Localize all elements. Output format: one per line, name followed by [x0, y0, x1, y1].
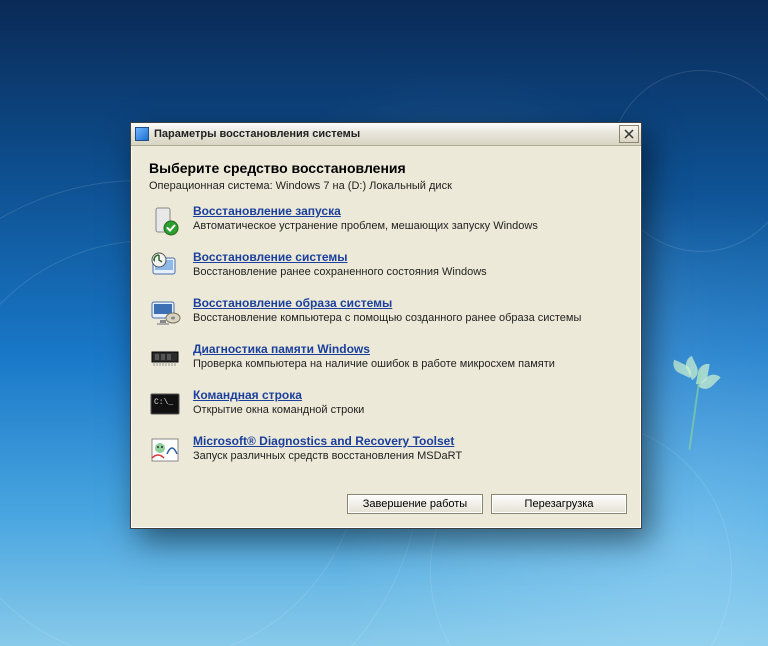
- tool-desc: Автоматическое устранение проблем, мешаю…: [193, 220, 623, 232]
- tool-image-recovery: Восстановление образа системы Восстановл…: [149, 296, 623, 328]
- recovery-options-window: Параметры восстановления системы Выберит…: [130, 122, 642, 529]
- tool-system-restore: Восстановление системы Восстановление ра…: [149, 250, 623, 282]
- page-heading: Выберите средство восстановления: [149, 160, 623, 176]
- tool-desc: Проверка компьютера на наличие ошибок в …: [193, 358, 623, 370]
- window-body: Выберите средство восстановления Операци…: [131, 146, 641, 484]
- window-footer: Завершение работы Перезагрузка: [131, 484, 641, 528]
- tool-link[interactable]: Восстановление системы: [193, 250, 348, 264]
- tool-command-prompt: C:\_ Командная строка Открытие окна кома…: [149, 388, 623, 420]
- msdart-icon: [149, 434, 181, 466]
- window-icon: [135, 127, 149, 141]
- memory-diagnostic-icon: [149, 342, 181, 374]
- close-icon: [624, 129, 634, 139]
- shutdown-button[interactable]: Завершение работы: [347, 494, 483, 514]
- command-prompt-icon: C:\_: [149, 388, 181, 420]
- tool-link[interactable]: Восстановление образа системы: [193, 296, 392, 310]
- system-restore-icon: [149, 250, 181, 282]
- tool-desc: Восстановление компьютера с помощью созд…: [193, 312, 623, 324]
- os-info-label: Операционная система: Windows 7 на (D:) …: [149, 180, 623, 192]
- tool-desc: Открытие окна командной строки: [193, 404, 623, 416]
- tool-link[interactable]: Microsoft® Diagnostics and Recovery Tool…: [193, 434, 454, 448]
- image-recovery-icon: [149, 296, 181, 328]
- tool-desc: Запуск различных средств восстановления …: [193, 450, 623, 462]
- tool-link[interactable]: Диагностика памяти Windows: [193, 342, 370, 356]
- tool-startup-repair: Восстановление запуска Автоматическое ус…: [149, 204, 623, 236]
- tool-desc: Восстановление ранее сохраненного состоя…: [193, 266, 623, 278]
- startup-repair-icon: [149, 204, 181, 236]
- svg-text:C:\_: C:\_: [154, 398, 173, 407]
- tool-msdart: Microsoft® Diagnostics and Recovery Tool…: [149, 434, 623, 466]
- desktop-background: Параметры восстановления системы Выберит…: [0, 0, 768, 646]
- tool-link[interactable]: Командная строка: [193, 388, 302, 402]
- tool-memory-diagnostic: Диагностика памяти Windows Проверка комп…: [149, 342, 623, 374]
- restart-button[interactable]: Перезагрузка: [491, 494, 627, 514]
- titlebar: Параметры восстановления системы: [131, 123, 641, 146]
- window-title: Параметры восстановления системы: [154, 128, 619, 140]
- close-button[interactable]: [619, 125, 639, 143]
- tool-link[interactable]: Восстановление запуска: [193, 204, 341, 218]
